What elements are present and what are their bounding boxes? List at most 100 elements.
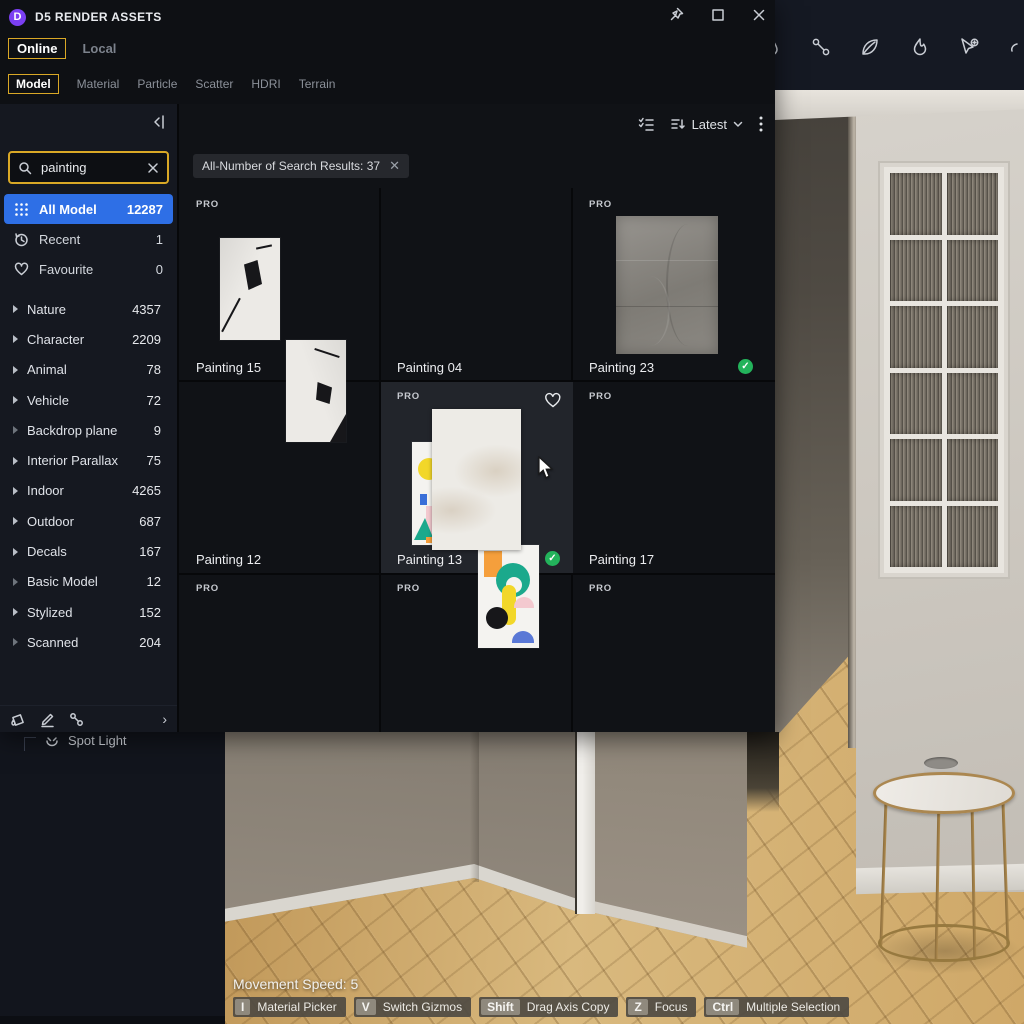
maximize-icon[interactable]: [710, 7, 726, 23]
spot-light-item[interactable]: Spot Light: [24, 729, 127, 751]
category-animal[interactable]: Animal78: [0, 355, 177, 385]
shortcut-drag-axis-copy: ShiftDrag Axis Copy: [479, 997, 618, 1017]
partial-toolbar-icon[interactable]: [1008, 36, 1018, 58]
expand-arrow-icon[interactable]: [13, 366, 18, 374]
sidebar-item-all-model[interactable]: All Model 12287: [4, 194, 173, 224]
leaf-icon[interactable]: [859, 36, 881, 58]
pro-badge: PRO: [589, 583, 612, 594]
movement-speed-label: Movement Speed: 5: [233, 976, 358, 992]
tab-particle[interactable]: Particle: [137, 77, 177, 91]
shortcut-switch-gizmos: VSwitch Gizmos: [354, 997, 471, 1017]
search-input[interactable]: [39, 159, 140, 176]
tree-indent-line: [24, 737, 36, 751]
side-table[interactable]: [873, 772, 1015, 814]
tab-hdri[interactable]: HDRI: [251, 77, 280, 91]
thumbnail-painting-23[interactable]: [616, 216, 718, 354]
tab-local[interactable]: Local: [80, 39, 118, 58]
expand-arrow-icon[interactable]: [13, 608, 18, 616]
viewport-open-door-edge[interactable]: [577, 732, 595, 914]
shortcut-focus: ZFocus: [626, 997, 696, 1017]
sidebar-item-favourite[interactable]: Favourite 0: [4, 254, 173, 284]
fluted-glass-partition[interactable]: [884, 167, 1004, 573]
flame-icon[interactable]: [908, 36, 930, 58]
search-results-chip[interactable]: All-Number of Search Results: 37 ✕: [193, 154, 409, 178]
expand-arrow-icon[interactable]: [13, 487, 18, 495]
viewport-wall-corner-shadow: [470, 732, 479, 882]
tab-online[interactable]: Online: [8, 38, 66, 59]
d5-logo-icon: D: [9, 9, 26, 26]
expand-arrow-icon[interactable]: [13, 457, 18, 465]
category-list: Nature4357 Character2209 Animal78 Vehicl…: [0, 294, 177, 658]
category-vehicle[interactable]: Vehicle72: [0, 385, 177, 415]
expand-arrow-icon[interactable]: [13, 335, 18, 343]
category-outdoor[interactable]: Outdoor687: [0, 506, 177, 536]
link-bone-icon[interactable]: [810, 36, 832, 58]
category-interior-parallax[interactable]: Interior Parallax75: [0, 445, 177, 475]
app-window: Spot Light Movement Speed: 5 IMaterial P…: [0, 0, 1024, 1024]
viewport-hallway-wall[interactable]: [775, 90, 853, 758]
expand-arrow-icon[interactable]: [13, 426, 18, 434]
tab-material[interactable]: Material: [77, 77, 120, 91]
assets-panel: D D5 RENDER ASSETS Online Local Model Ma…: [0, 0, 775, 732]
sort-control[interactable]: Latest: [671, 117, 743, 132]
tile-name: Painting 17: [589, 552, 654, 567]
assets-panel-title: D5 RENDER ASSETS: [35, 10, 162, 24]
pro-badge: PRO: [589, 199, 612, 210]
link-chain-icon[interactable]: [68, 711, 85, 728]
search-box[interactable]: [8, 151, 169, 184]
search-icon: [18, 161, 32, 175]
heart-icon: [14, 262, 29, 276]
sort-icon: [671, 117, 686, 131]
table-bottom-ring: [878, 924, 1010, 962]
edit-pencil-icon[interactable]: [39, 711, 56, 728]
pin-icon[interactable]: [667, 6, 685, 24]
category-nature[interactable]: Nature4357: [0, 294, 177, 324]
expand-arrow-icon[interactable]: [13, 638, 18, 646]
sidebar-item-recent[interactable]: Recent 1: [4, 224, 173, 254]
tile-name: Painting 15: [196, 360, 261, 375]
close-icon[interactable]: [751, 7, 767, 23]
tab-model[interactable]: Model: [8, 74, 59, 94]
category-basic-model[interactable]: Basic Model12: [0, 567, 177, 597]
kebab-menu-icon[interactable]: [759, 116, 763, 132]
expand-arrow-icon[interactable]: [13, 305, 18, 313]
category-scanned[interactable]: Scanned204: [0, 627, 177, 657]
favourite-heart-icon[interactable]: [544, 392, 562, 408]
mouse-cursor: [538, 456, 555, 480]
paint-bucket-icon[interactable]: [10, 711, 27, 728]
tile-name: Painting 04: [397, 360, 462, 375]
expand-arrow-icon[interactable]: [13, 548, 18, 556]
expand-arrow-icon[interactable]: [13, 517, 18, 525]
shortcut-bar: IMaterial Picker VSwitch Gizmos ShiftDra…: [233, 997, 849, 1017]
category-character[interactable]: Character2209: [0, 324, 177, 354]
pro-badge: PRO: [196, 583, 219, 594]
grid-dots-icon: [14, 202, 29, 217]
category-indoor[interactable]: Indoor4265: [0, 476, 177, 506]
tile-name: Painting 23: [589, 360, 654, 375]
thumbnail-painting-13[interactable]: [432, 409, 521, 550]
shortcut-material-picker: IMaterial Picker: [233, 997, 346, 1017]
thumbnail-painting-15[interactable]: [220, 238, 280, 340]
tab-scatter[interactable]: Scatter: [195, 77, 233, 91]
filter-checklist-icon[interactable]: [638, 117, 655, 132]
expand-footer-icon[interactable]: ›: [162, 711, 167, 727]
chevron-down-icon: [733, 121, 743, 128]
pro-badge: PRO: [397, 391, 420, 402]
cursor-select-add-icon[interactable]: [957, 36, 981, 58]
tab-terrain[interactable]: Terrain: [299, 77, 336, 91]
spot-light-label: Spot Light: [68, 733, 127, 748]
category-stylized[interactable]: Stylized152: [0, 597, 177, 627]
thumbnail-painting-04[interactable]: [478, 545, 539, 648]
category-decals[interactable]: Decals167: [0, 536, 177, 566]
asset-type-tabs: Model Material Particle Scatter HDRI Ter…: [8, 74, 335, 94]
pro-badge: PRO: [397, 583, 420, 594]
clear-search-icon[interactable]: [147, 162, 159, 174]
expand-arrow-icon[interactable]: [13, 396, 18, 404]
expand-arrow-icon[interactable]: [13, 578, 18, 586]
cup-opening: [924, 757, 958, 769]
category-backdrop-plane[interactable]: Backdrop plane9: [0, 415, 177, 445]
collapse-sidebar-icon[interactable]: [150, 113, 168, 131]
thumbnail-painting-15[interactable]: [286, 340, 346, 442]
chip-close-icon[interactable]: ✕: [389, 158, 400, 174]
downloaded-check-icon: ✓: [545, 551, 560, 566]
